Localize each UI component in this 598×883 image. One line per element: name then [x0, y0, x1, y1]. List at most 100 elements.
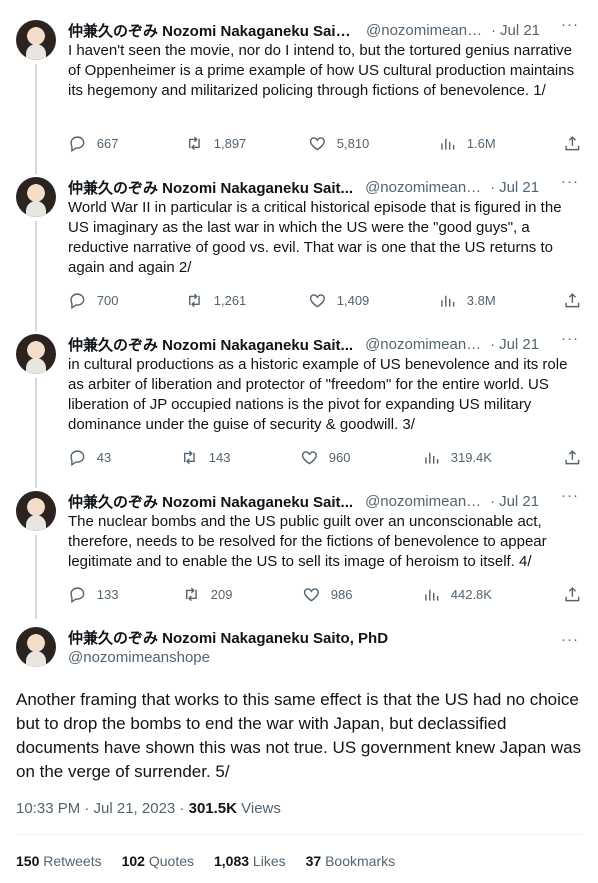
retweets-stat[interactable]: 150 Retweets — [16, 853, 102, 869]
avatar[interactable] — [16, 627, 56, 667]
like-icon — [309, 137, 325, 151]
more-icon[interactable]: ··· — [558, 16, 582, 33]
avatar[interactable] — [16, 20, 56, 60]
reply-count: 43 — [96, 449, 112, 465]
likes-stat[interactable]: 1,083 Likes — [214, 853, 286, 869]
avatar[interactable] — [16, 177, 56, 217]
quotes-total: 102 — [121, 853, 145, 869]
separator-dot: · — [490, 492, 496, 510]
reply-count: 133 — [96, 586, 119, 602]
author-handle[interactable]: @nozomimeans... — [365, 179, 486, 196]
reply-icon — [70, 136, 85, 153]
author-handle[interactable]: @nozomimeans... — [365, 493, 486, 510]
more-icon[interactable]: ··· — [558, 173, 582, 190]
share-button[interactable] — [563, 291, 582, 310]
share-icon — [565, 293, 580, 308]
reply-button[interactable]: 700 — [68, 291, 118, 310]
author-name[interactable]: 仲兼久のぞみ Nozomi Nakaganeku Sait... — [68, 491, 353, 512]
author-name[interactable]: 仲兼久のぞみ Nozomi Nakaganeku Saito, PhD — [68, 627, 388, 648]
tweet-timestamp[interactable]: 10:33 PM · Jul 21, 2023 · 301.5K Views — [16, 800, 281, 817]
separator-dot: · — [490, 335, 496, 353]
tweet-header: 仲兼久のぞみ Nozomi Nakaganeku Sait... @nozomi… — [68, 330, 582, 355]
tweet-text: The nuclear bombs and the US public guil… — [68, 513, 547, 570]
retweet-icon — [188, 293, 200, 308]
share-icon — [565, 587, 580, 602]
share-button[interactable] — [563, 585, 582, 604]
author-name[interactable]: 仲兼久のぞみ Nozomi Nakaganeku Sait... — [68, 334, 353, 355]
retweet-count: 209 — [210, 586, 233, 602]
more-icon[interactable]: ··· — [558, 330, 582, 347]
tweet-text: in cultural productions as a historic ex… — [68, 356, 568, 433]
retweet-button[interactable]: 143 — [180, 448, 230, 467]
reply-count: 700 — [96, 292, 119, 308]
like-icon — [303, 588, 319, 602]
tweet-date[interactable]: Jul 21 — [499, 336, 539, 353]
views-icon — [441, 295, 455, 307]
more-icon[interactable]: ··· — [558, 631, 582, 648]
bookmarks-total: 37 — [305, 853, 322, 869]
share-button[interactable] — [563, 134, 582, 153]
retweet-button[interactable]: 209 — [182, 585, 232, 604]
reply-button[interactable]: 43 — [68, 448, 111, 467]
like-button[interactable]: 960 — [300, 448, 350, 467]
views-icon — [425, 589, 439, 601]
views-button[interactable]: 442.8K — [422, 585, 492, 604]
retweets-label: Retweets — [39, 853, 102, 869]
reply-button[interactable]: 133 — [68, 585, 118, 604]
views-icon — [425, 452, 439, 464]
views-icon — [441, 138, 455, 150]
author-handle[interactable]: @nozomimeans... — [366, 22, 487, 39]
like-count: 960 — [328, 449, 351, 465]
thread-connector-line — [35, 221, 37, 331]
retweet-icon — [183, 450, 195, 465]
views-button[interactable]: 3.8M — [438, 291, 496, 310]
author-handle[interactable]: @nozomimeans... — [365, 336, 486, 353]
author-name[interactable]: 仲兼久のぞみ Nozomi Nakaganeku Sait... — [68, 177, 353, 198]
author-name[interactable]: 仲兼久のぞみ Nozomi Nakaganeku Saito... — [68, 20, 354, 41]
thread-connector-line — [35, 535, 37, 619]
views-count: 319.4K — [450, 449, 492, 465]
like-count: 986 — [330, 586, 353, 602]
bookmarks-stat[interactable]: 37 Bookmarks — [306, 853, 396, 869]
like-icon — [309, 294, 325, 308]
share-icon — [565, 136, 580, 151]
thread-connector-line — [35, 378, 37, 488]
quotes-stat[interactable]: 102 Quotes — [122, 853, 194, 869]
like-button[interactable]: 5,810 — [308, 134, 369, 153]
like-button[interactable]: 1,409 — [308, 291, 369, 310]
tweet-date[interactable]: Jul 21 — [499, 493, 539, 510]
views-count: 3.8M — [466, 292, 496, 308]
more-icon[interactable]: ··· — [558, 487, 582, 504]
share-icon — [565, 450, 580, 465]
tweet-header: 仲兼久のぞみ Nozomi Nakaganeku Sait... @nozomi… — [68, 173, 582, 198]
likes-total: 1,083 — [214, 853, 250, 869]
tweet-actions: 43 143 960 319.4K — [68, 448, 582, 468]
views-count: 442.8K — [450, 586, 492, 602]
retweet-button[interactable]: 1,261 — [185, 291, 246, 310]
retweet-icon — [188, 136, 200, 151]
share-button[interactable] — [563, 448, 582, 467]
like-button[interactable]: 986 — [302, 585, 352, 604]
views-button[interactable]: 1.6M — [438, 134, 496, 153]
retweets-total: 150 — [16, 853, 40, 869]
like-count: 1,409 — [336, 292, 370, 308]
tweet-date[interactable]: Jul 21 — [499, 179, 539, 196]
retweet-button[interactable]: 1,897 — [185, 134, 246, 153]
avatar[interactable] — [16, 491, 56, 531]
tweet-text: I haven't seen the movie, nor do I inten… — [68, 42, 575, 99]
retweet-icon — [185, 587, 197, 602]
avatar[interactable] — [16, 334, 56, 374]
tweet-actions: 133 209 986 442.8K — [68, 585, 582, 605]
bookmarks-label: Bookmarks — [321, 853, 396, 869]
views-button[interactable]: 319.4K — [422, 448, 492, 467]
separator-dot: · — [491, 21, 496, 39]
views-total: 301.5K — [188, 800, 237, 817]
views-label: Views — [236, 800, 281, 817]
tweet-date[interactable]: Jul 21 — [500, 22, 540, 39]
tweet-text: World War II in particular is a critical… — [68, 199, 562, 276]
reply-icon — [70, 587, 85, 604]
separator-dot: · — [490, 178, 496, 196]
author-handle[interactable]: @nozomimeanshope — [68, 649, 210, 666]
reply-button[interactable]: 667 — [68, 134, 118, 153]
quotes-label: Quotes — [144, 853, 194, 869]
